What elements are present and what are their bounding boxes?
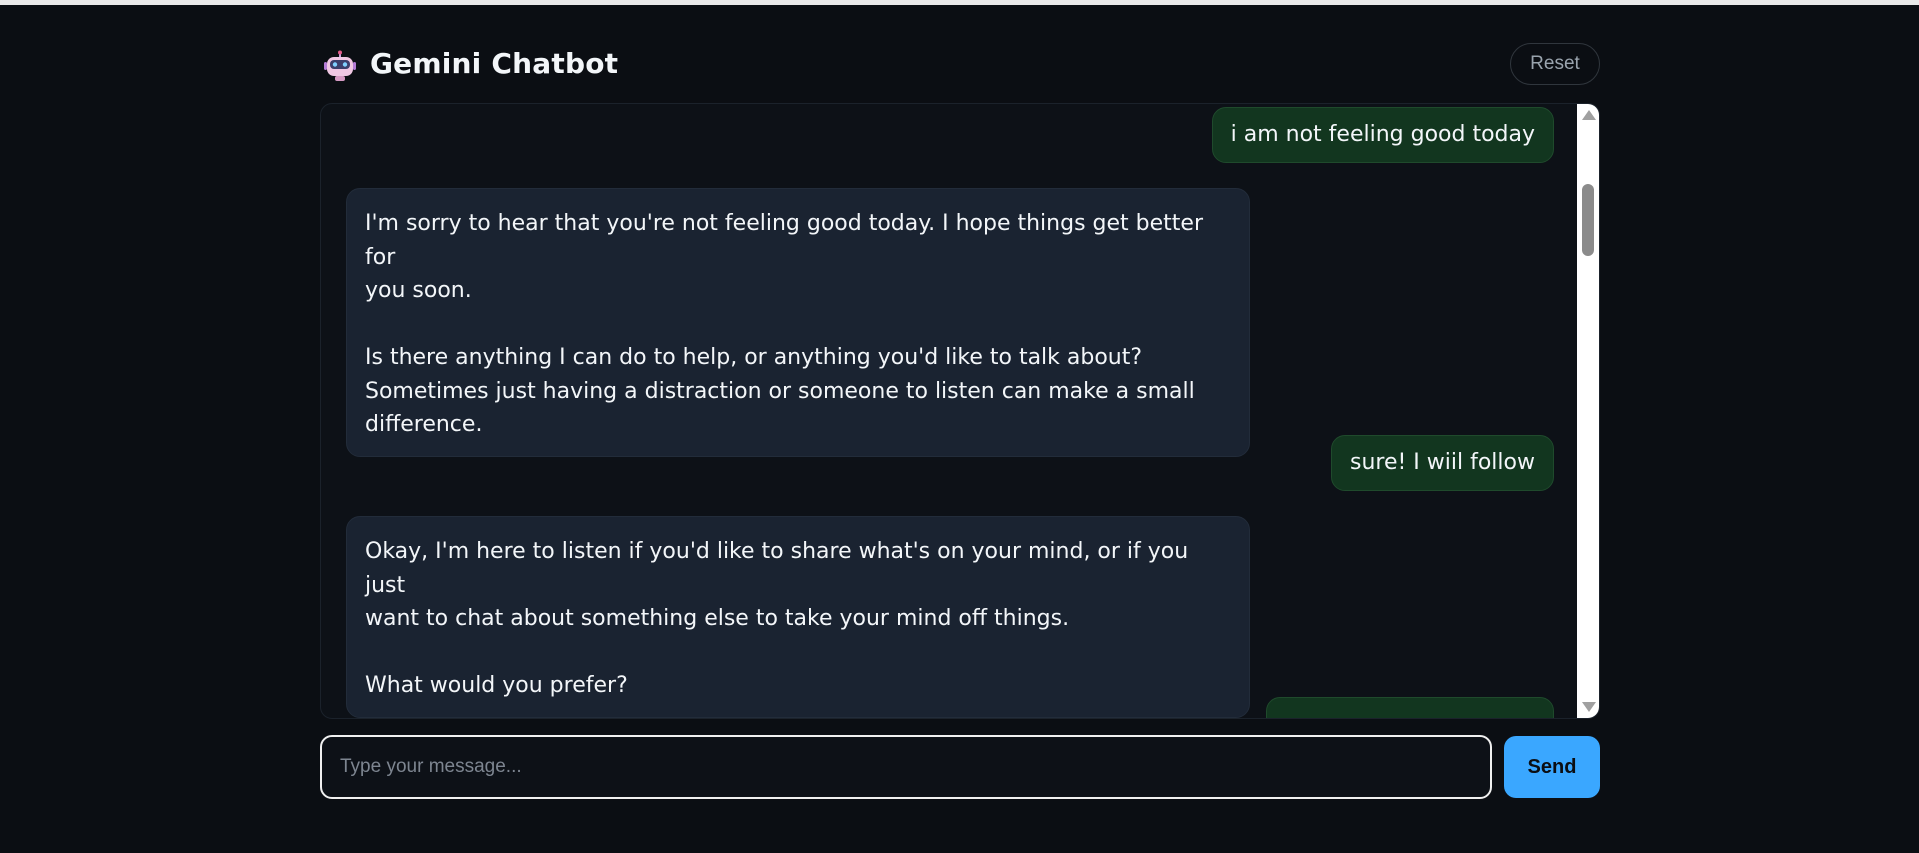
app-header: Gemini Chatbot Reset [320, 5, 1600, 103]
chat-panel: i am not feeling good today I'm sorry to… [320, 103, 1600, 719]
bot-message: I'm sorry to hear that you're not feelin… [346, 188, 1250, 457]
chat-app: Gemini Chatbot Reset i am not feeling go… [320, 5, 1600, 799]
reset-button[interactable]: Reset [1510, 43, 1600, 85]
user-message: i am not feeling good today [1211, 107, 1554, 163]
send-button[interactable]: Send [1504, 736, 1600, 798]
scroll-up-arrow-icon[interactable] [1582, 110, 1596, 120]
message-input[interactable] [320, 735, 1492, 799]
user-message [1266, 697, 1554, 718]
composer: Send [320, 735, 1600, 799]
user-message: sure! I wiil follow [1330, 435, 1554, 491]
app-title: Gemini Chatbot [370, 47, 619, 80]
bot-message: Okay, I'm here to listen if you'd like t… [346, 516, 1250, 718]
scrollbar-thumb[interactable] [1582, 184, 1594, 256]
chat-scrollbar[interactable] [1577, 104, 1599, 718]
message-list[interactable]: i am not feeling good today I'm sorry to… [321, 104, 1577, 718]
scroll-down-arrow-icon[interactable] [1582, 702, 1596, 712]
robot-icon [324, 50, 356, 81]
